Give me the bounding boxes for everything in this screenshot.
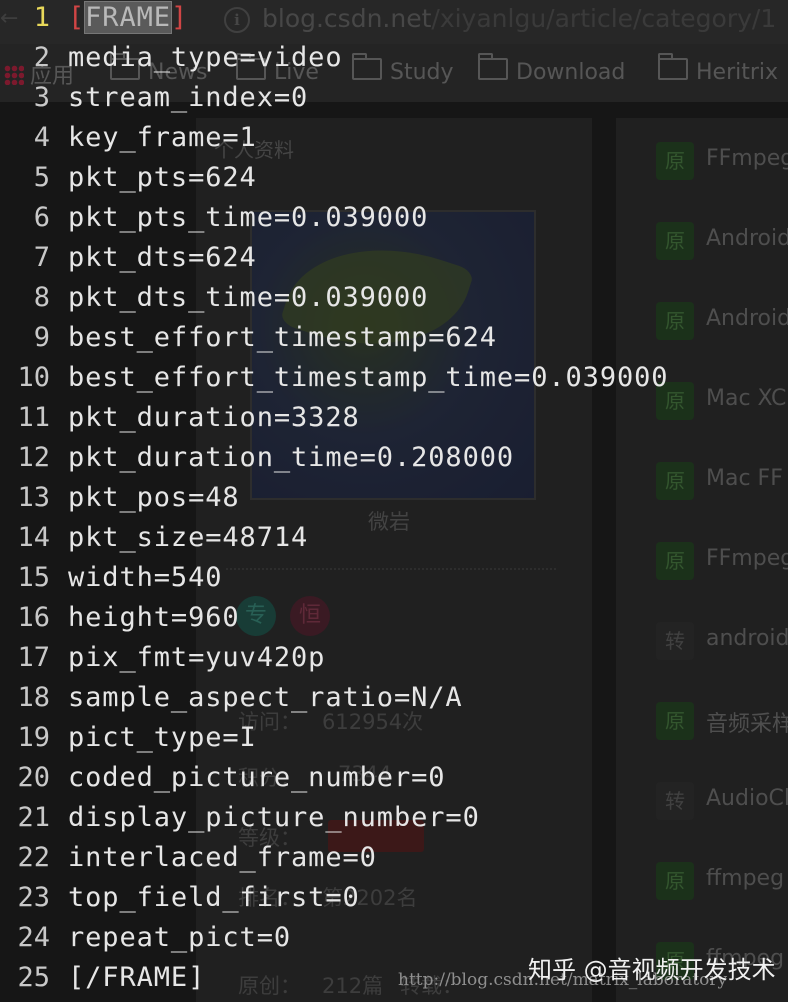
line-number: 22 bbox=[17, 842, 50, 873]
line-number: 24 bbox=[17, 922, 50, 953]
line-number: 3 bbox=[33, 82, 50, 113]
editor-line[interactable]: 3 stream_index=0 bbox=[0, 80, 788, 120]
line-number: 8 bbox=[33, 282, 50, 313]
terminal-editor[interactable]: 1 [FRAME] 2 media_type=video 3 stream_inde… bbox=[0, 0, 788, 1002]
line-text: pkt_duration_time=0.208000 bbox=[68, 442, 515, 473]
line-text: coded_picture_number=0 bbox=[68, 762, 446, 793]
line-number: 20 bbox=[17, 762, 50, 793]
line-text: [FRAME] bbox=[68, 1, 189, 34]
line-number: 7 bbox=[33, 242, 50, 273]
line-number: 12 bbox=[17, 442, 50, 473]
editor-line[interactable]: 14 pkt_size=48714 bbox=[0, 520, 788, 560]
line-text: [/FRAME] bbox=[68, 962, 206, 993]
zhihu-watermark: 知乎 @音视频开发技术 bbox=[528, 956, 776, 984]
line-text: key_frame=1 bbox=[68, 122, 257, 153]
line-number: 2 bbox=[33, 42, 50, 73]
editor-line[interactable]: 2 media_type=video bbox=[0, 40, 788, 80]
line-text: pict_type=I bbox=[68, 722, 257, 753]
line-number: 6 bbox=[33, 202, 50, 233]
editor-line[interactable]: 20 coded_picture_number=0 bbox=[0, 760, 788, 800]
editor-line[interactable]: 7 pkt_dts=624 bbox=[0, 240, 788, 280]
line-text: sample_aspect_ratio=N/A bbox=[68, 682, 463, 713]
editor-line[interactable]: 21 display_picture_number=0 bbox=[0, 800, 788, 840]
line-text: pix_fmt=yuv420p bbox=[68, 642, 326, 673]
line-text: width=540 bbox=[68, 562, 223, 593]
line-number: 17 bbox=[17, 642, 50, 673]
line-number: 4 bbox=[33, 122, 50, 153]
editor-line[interactable]: 6 pkt_pts_time=0.039000 bbox=[0, 200, 788, 240]
matched-close-bracket: ] bbox=[170, 2, 189, 33]
line-number: 5 bbox=[33, 162, 50, 193]
line-text: pkt_pts=624 bbox=[68, 162, 257, 193]
line-text: pkt_size=48714 bbox=[68, 522, 309, 553]
line-number: 21 bbox=[17, 802, 50, 833]
editor-line[interactable]: 19 pict_type=I bbox=[0, 720, 788, 760]
line-text: interlaced_frame=0 bbox=[68, 842, 377, 873]
line-number: 14 bbox=[17, 522, 50, 553]
line-text: stream_index=0 bbox=[68, 82, 309, 113]
matched-open-bracket: [ bbox=[68, 2, 86, 33]
line-text: repeat_pict=0 bbox=[68, 922, 292, 953]
line-number: 15 bbox=[17, 562, 50, 593]
line-number: 23 bbox=[17, 882, 50, 913]
line-text: pkt_dts=624 bbox=[68, 242, 257, 273]
line-text: pkt_dts_time=0.039000 bbox=[68, 282, 429, 313]
line-text: best_effort_timestamp=624 bbox=[68, 322, 497, 353]
editor-line[interactable]: 5 pkt_pts=624 bbox=[0, 160, 788, 200]
line-number: 11 bbox=[17, 402, 50, 433]
editor-line[interactable]: 15 width=540 bbox=[0, 560, 788, 600]
editor-line[interactable]: 8 pkt_dts_time=0.039000 bbox=[0, 280, 788, 320]
editor-line[interactable]: 9 best_effort_timestamp=624 bbox=[0, 320, 788, 360]
editor-line[interactable]: 1 [FRAME] bbox=[0, 0, 788, 40]
line-text: top_field_first=0 bbox=[68, 882, 360, 913]
editor-line[interactable]: 11 pkt_duration=3328 bbox=[0, 400, 788, 440]
selected-word: FRAME bbox=[84, 1, 172, 34]
line-text: media_type=video bbox=[68, 42, 343, 73]
line-text: best_effort_timestamp_time=0.039000 bbox=[68, 362, 669, 393]
line-text: display_picture_number=0 bbox=[68, 802, 480, 833]
editor-line[interactable]: 23 top_field_first=0 bbox=[0, 880, 788, 920]
editor-line[interactable]: 17 pix_fmt=yuv420p bbox=[0, 640, 788, 680]
editor-line[interactable]: 4 key_frame=1 bbox=[0, 120, 788, 160]
line-number: 13 bbox=[17, 482, 50, 513]
editor-line[interactable]: 18 sample_aspect_ratio=N/A bbox=[0, 680, 788, 720]
editor-line[interactable]: 16 height=960 bbox=[0, 600, 788, 640]
line-number: 9 bbox=[33, 322, 50, 353]
line-text: pkt_pos=48 bbox=[68, 482, 240, 513]
line-number: 25 bbox=[17, 962, 50, 993]
line-text: pkt_duration=3328 bbox=[68, 402, 360, 433]
editor-line[interactable]: 13 pkt_pos=48 bbox=[0, 480, 788, 520]
editor-line[interactable]: 10 best_effort_timestamp_time=0.039000 bbox=[0, 360, 788, 400]
line-number: 10 bbox=[17, 362, 50, 393]
line-text: pkt_pts_time=0.039000 bbox=[68, 202, 429, 233]
line-number: 18 bbox=[17, 682, 50, 713]
line-text: height=960 bbox=[68, 602, 240, 633]
line-number: 16 bbox=[17, 602, 50, 633]
line-number: 19 bbox=[17, 722, 50, 753]
editor-line[interactable]: 22 interlaced_frame=0 bbox=[0, 840, 788, 880]
editor-line[interactable]: 12 pkt_duration_time=0.208000 bbox=[0, 440, 788, 480]
line-number: 1 bbox=[33, 2, 50, 33]
